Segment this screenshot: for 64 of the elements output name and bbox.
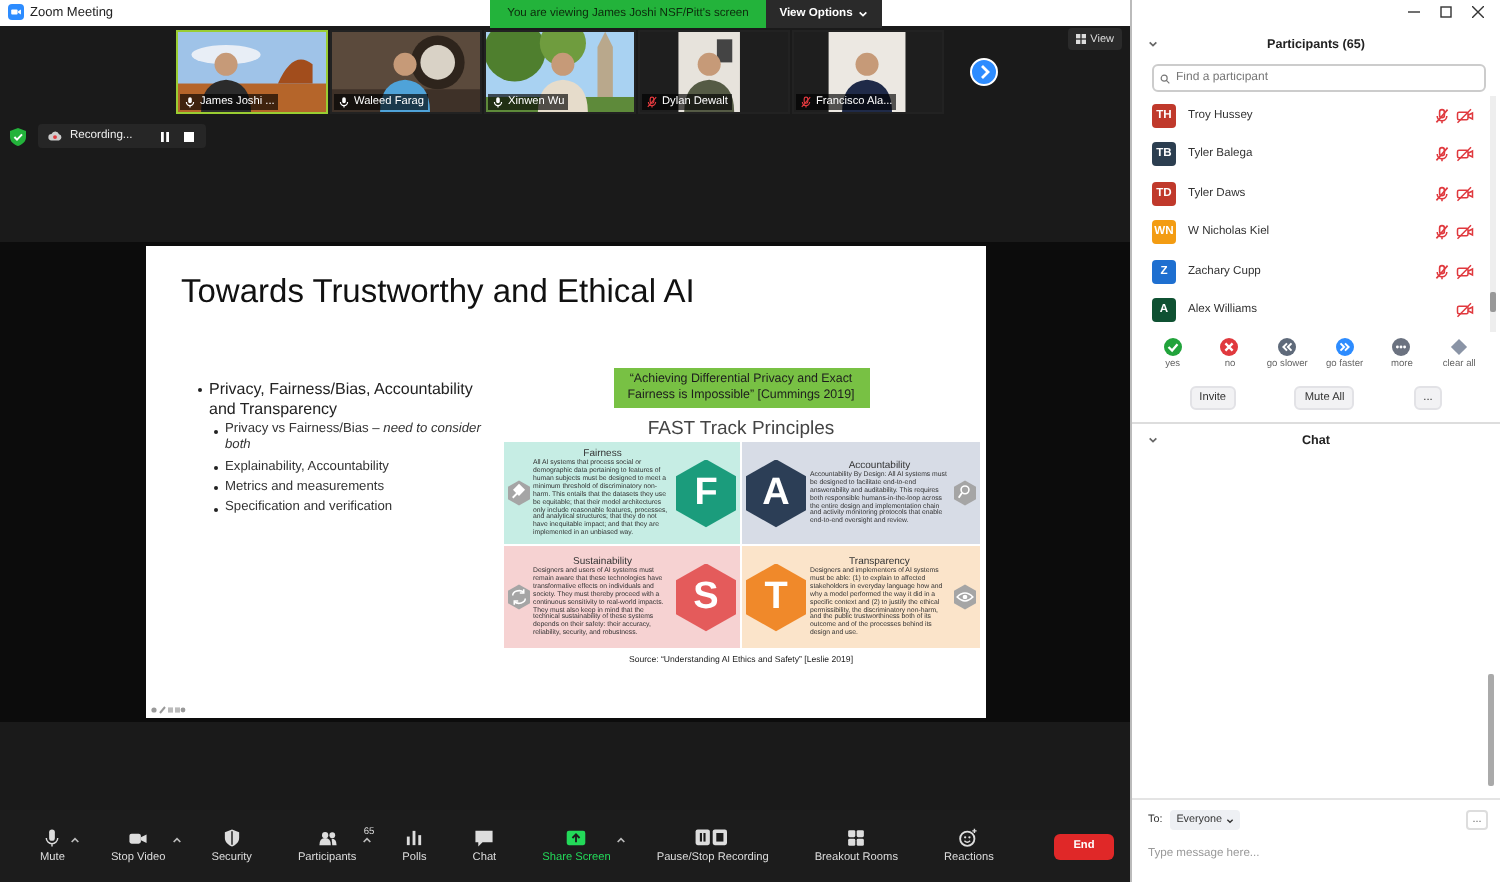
shield-icon: [221, 828, 242, 848]
cloud-recording-icon: [48, 130, 62, 142]
caret-icon[interactable]: [362, 836, 373, 844]
eraser-icon: [1450, 338, 1469, 356]
mic-icon: [184, 96, 196, 108]
video-off-icon: [1456, 302, 1474, 319]
fast-forward-icon: [1335, 338, 1354, 356]
caret-icon[interactable]: [616, 836, 627, 844]
video-off-icon: [1456, 263, 1474, 280]
caret-icon[interactable]: [70, 836, 81, 844]
mic-icon: [492, 96, 504, 108]
people-icon: [317, 828, 338, 848]
video-off-icon: [1456, 224, 1474, 241]
slide-title: Towards Trustworthy and Ethical AI: [181, 274, 697, 312]
chat-bubble-icon: [474, 828, 495, 848]
muted-mic-icon: [1434, 146, 1450, 163]
gavel-icon: [507, 480, 529, 507]
scrollbar-thumb[interactable]: [1490, 292, 1496, 312]
chevron-down-icon[interactable]: [1148, 40, 1158, 48]
share-screen-icon: [566, 828, 587, 848]
principle-letter: T: [746, 563, 806, 632]
minimize-icon[interactable]: [1408, 6, 1420, 18]
muted-mic-icon: [800, 96, 812, 108]
muted-mic-icon: [1434, 263, 1450, 280]
shield-check-icon[interactable]: [10, 127, 26, 145]
close-icon: [1220, 338, 1239, 356]
muted-mic-icon: [1434, 107, 1450, 124]
mic-icon: [42, 828, 63, 848]
smiley-icon: [958, 828, 979, 848]
caret-icon[interactable]: [171, 836, 182, 844]
principle-letter: A: [746, 459, 806, 528]
search-icon: [1160, 73, 1170, 83]
search-icon: [953, 480, 975, 507]
mic-icon: [338, 96, 350, 108]
more-icon: [1392, 338, 1411, 356]
video-off-icon: [1456, 185, 1474, 202]
caret-icon: [1225, 817, 1234, 823]
figure-title: FAST Track Principles: [647, 418, 835, 441]
scrollbar-thumb[interactable]: [1488, 674, 1494, 786]
muted-mic-icon: [1434, 185, 1450, 202]
slide-tools-icon[interactable]: [149, 706, 185, 714]
grid-icon: [846, 828, 867, 848]
principle-letter: F: [676, 459, 736, 528]
checkmark-icon: [1163, 338, 1182, 356]
close-icon[interactable]: [1472, 6, 1484, 18]
video-off-icon: [1456, 107, 1474, 124]
bullet-text: Privacy, Fairness/Bias, Accountability and Transparency: [209, 380, 475, 419]
stop-button[interactable]: [180, 128, 197, 144]
rewind-icon: [1278, 338, 1297, 356]
maximize-icon[interactable]: [1440, 6, 1452, 18]
muted-mic-icon: [1434, 224, 1450, 241]
principle-letter: S: [676, 563, 736, 632]
eye-icon: [953, 584, 975, 611]
next-page-button[interactable]: [970, 58, 998, 86]
muted-mic-icon: [646, 96, 658, 108]
video-camera-icon: [128, 828, 149, 848]
chevron-down-icon[interactable]: [1148, 436, 1158, 444]
grid-icon: [1076, 34, 1087, 44]
pause-button[interactable]: [156, 128, 173, 144]
caret-icon: [858, 10, 869, 18]
pause-stop-icon: [694, 828, 731, 848]
cycle-icon: [507, 584, 529, 611]
bar-chart-icon: [404, 828, 425, 848]
video-off-icon: [1456, 146, 1474, 163]
